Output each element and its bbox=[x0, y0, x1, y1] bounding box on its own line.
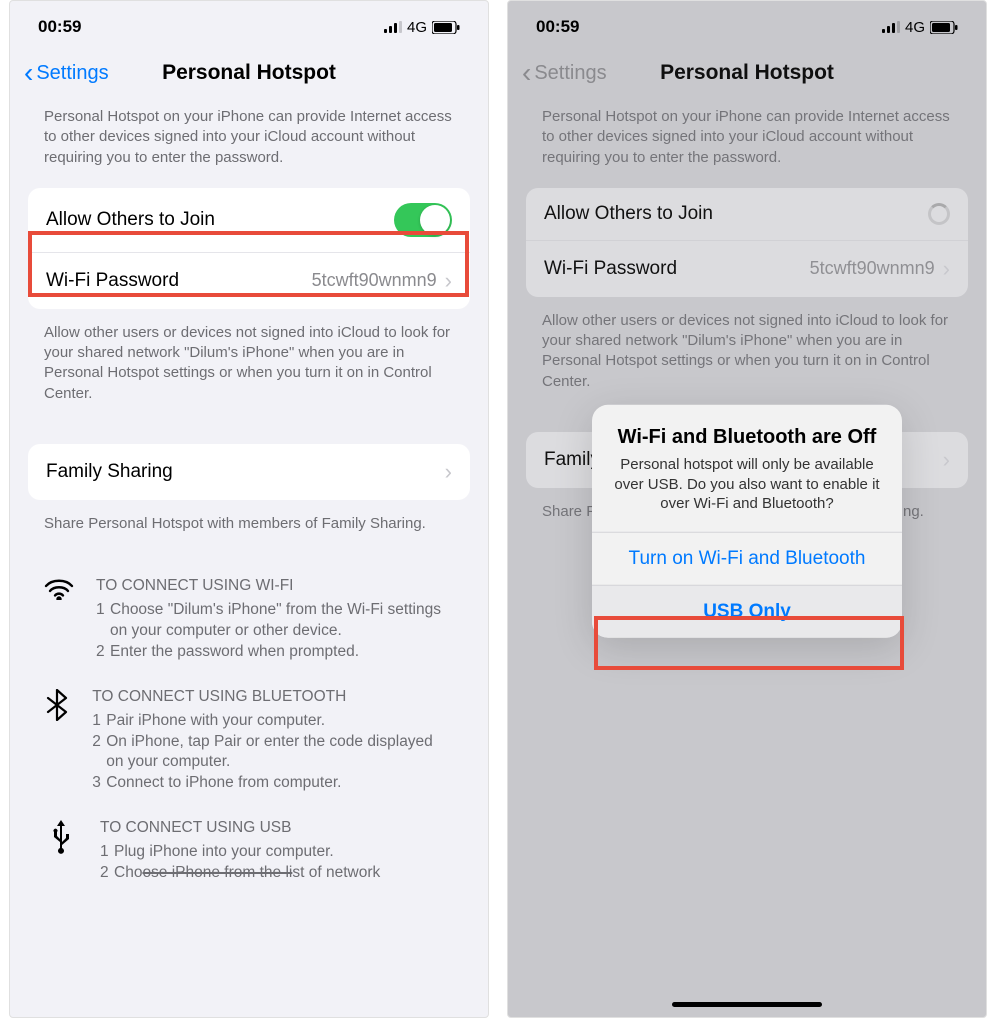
usb-icon bbox=[44, 818, 78, 884]
network-label: 4G bbox=[905, 19, 925, 36]
instr-wifi: TO CONNECT USING WI-FI 1 Choose "Dilum's… bbox=[10, 562, 488, 673]
chevron-right-icon: › bbox=[943, 447, 950, 473]
screen-right: 00:59 4G ‹ Settings Personal Hotspot Per… bbox=[507, 0, 987, 1018]
status-bar: 00:59 4G bbox=[10, 1, 488, 53]
instr-title: TO CONNECT USING USB bbox=[100, 818, 380, 839]
alert-title: Wi-Fi and Bluetooth are Off bbox=[614, 425, 880, 449]
status-time: 00:59 bbox=[536, 17, 579, 37]
chevron-right-icon: › bbox=[943, 256, 950, 282]
wifi-pw-label: Wi-Fi Password bbox=[46, 270, 179, 292]
alert-usb-only-button[interactable]: USB Only bbox=[592, 584, 902, 637]
allow-label: Allow Others to Join bbox=[544, 203, 713, 225]
instr-bluetooth: TO CONNECT USING BLUETOOTH 1 Pair iPhone… bbox=[10, 673, 488, 805]
wifi-pw-label: Wi-Fi Password bbox=[544, 258, 677, 280]
back-button[interactable]: ‹ Settings bbox=[522, 59, 607, 87]
instr-title: TO CONNECT USING BLUETOOTH bbox=[92, 687, 454, 708]
wifi-pw-value: 5tcwft90wnmn9 bbox=[810, 258, 935, 279]
allow-label: Allow Others to Join bbox=[46, 209, 215, 231]
bluetooth-icon bbox=[44, 687, 70, 795]
allow-desc: Allow other users or devices not signed … bbox=[10, 315, 488, 404]
instr-usb: TO CONNECT USING USB 1 Plug iPhone into … bbox=[10, 804, 488, 894]
network-label: 4G bbox=[407, 19, 427, 36]
back-button[interactable]: ‹ Settings bbox=[24, 59, 109, 87]
nav-header: ‹ Settings Personal Hotspot bbox=[508, 53, 986, 103]
alert-dialog: Wi-Fi and Bluetooth are Off Personal hot… bbox=[592, 405, 902, 638]
allow-toggle[interactable] bbox=[394, 203, 452, 237]
intro-text: Personal Hotspot on your iPhone can prov… bbox=[10, 103, 488, 182]
alert-message: Personal hotspot will only be available … bbox=[614, 455, 880, 514]
hotspot-group: Allow Others to Join Wi-Fi Password 5tcw… bbox=[526, 188, 968, 297]
wifi-pw-value: 5tcwft90wnmn9 bbox=[312, 270, 437, 291]
chevron-left-icon: ‹ bbox=[24, 59, 33, 87]
allow-others-row[interactable]: Allow Others to Join bbox=[526, 188, 968, 240]
page-title: Personal Hotspot bbox=[162, 61, 336, 85]
family-group: Family Sharing › bbox=[28, 444, 470, 500]
signal-icon bbox=[882, 21, 900, 33]
wifi-icon bbox=[44, 576, 74, 663]
family-desc: Share Personal Hotspot with members of F… bbox=[10, 506, 488, 534]
back-label: Settings bbox=[36, 62, 108, 85]
signal-icon bbox=[384, 21, 402, 33]
instr-title: TO CONNECT USING WI-FI bbox=[96, 576, 454, 597]
family-sharing-row[interactable]: Family Sharing › bbox=[28, 444, 470, 500]
nav-header: ‹ Settings Personal Hotspot bbox=[10, 53, 488, 103]
wifi-password-row[interactable]: Wi-Fi Password 5tcwft90wnmn9 › bbox=[526, 240, 968, 297]
home-indicator[interactable] bbox=[672, 1002, 822, 1007]
chevron-right-icon: › bbox=[445, 459, 452, 485]
allow-desc: Allow other users or devices not signed … bbox=[508, 303, 986, 392]
hotspot-group: Allow Others to Join Wi-Fi Password 5tcw… bbox=[28, 188, 470, 309]
intro-text: Personal Hotspot on your iPhone can prov… bbox=[508, 103, 986, 182]
wifi-password-row[interactable]: Wi-Fi Password 5tcwft90wnmn9 › bbox=[28, 252, 470, 309]
status-time: 00:59 bbox=[38, 17, 81, 37]
allow-others-row[interactable]: Allow Others to Join bbox=[28, 188, 470, 252]
screen-left: 00:59 4G ‹ Settings Personal Hotspot Per… bbox=[9, 0, 489, 1018]
chevron-left-icon: ‹ bbox=[522, 59, 531, 87]
back-label: Settings bbox=[534, 62, 606, 85]
chevron-right-icon: › bbox=[445, 268, 452, 294]
family-label: Family Sharing bbox=[46, 461, 173, 483]
status-bar: 00:59 4G bbox=[508, 1, 986, 53]
loading-spinner-icon bbox=[928, 203, 950, 225]
battery-icon bbox=[930, 21, 958, 34]
battery-icon bbox=[432, 21, 460, 34]
page-title: Personal Hotspot bbox=[660, 61, 834, 85]
alert-turn-on-button[interactable]: Turn on Wi-Fi and Bluetooth bbox=[592, 531, 902, 584]
